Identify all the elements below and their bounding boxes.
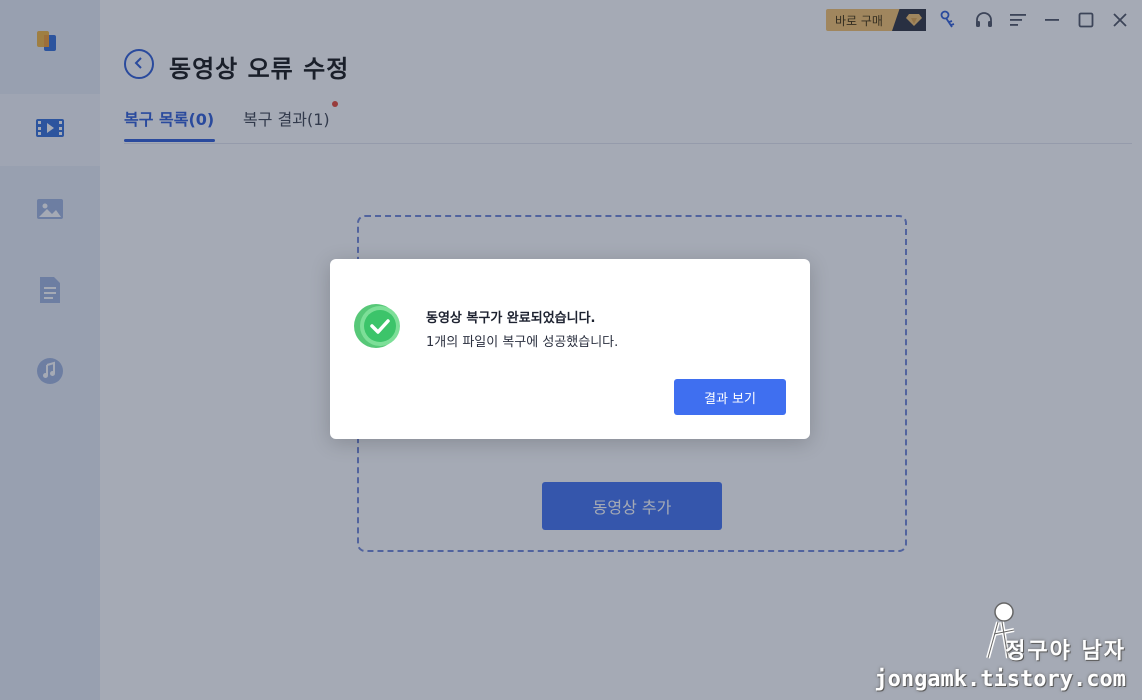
view-results-button[interactable]: 결과 보기 [674, 379, 786, 415]
watermark-url: jongamk.tistory.com [874, 667, 1126, 692]
success-dialog: 동영상 복구가 완료되었습니다. 1개의 파일이 복구에 성공했습니다. 결과 … [330, 259, 810, 439]
watermark-name: 정구야 남자 [1005, 639, 1126, 664]
watermark: 정구야 남자 jongamk.tistory.com [874, 633, 1126, 692]
success-check-icon [354, 302, 402, 350]
dialog-message: 1개의 파일이 복구에 성공했습니다. [426, 335, 619, 350]
dialog-title: 동영상 복구가 완료되었습니다. [426, 311, 596, 326]
